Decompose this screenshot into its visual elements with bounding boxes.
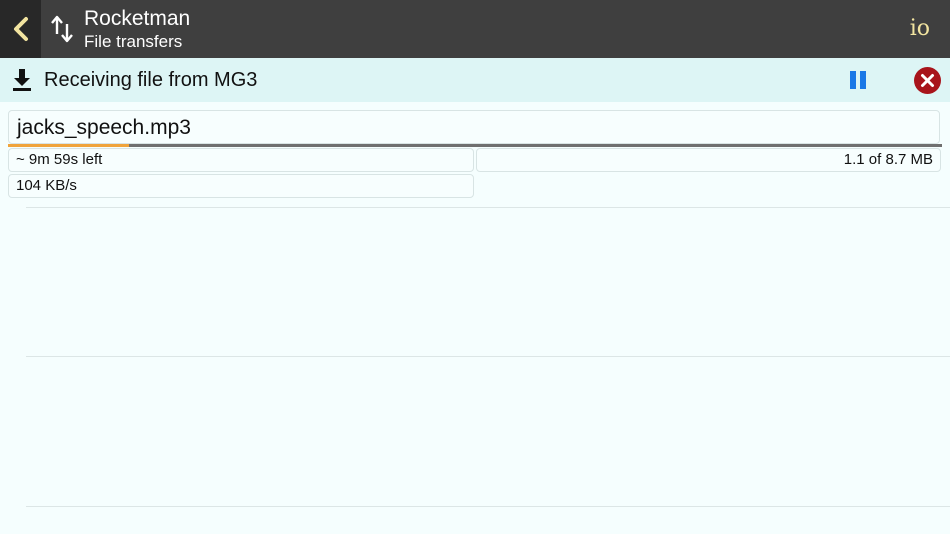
list-divider	[26, 356, 950, 357]
progress-bar-fill	[8, 144, 130, 147]
transfer-size-label: 1.1 of 8.7 MB	[476, 148, 941, 172]
status-message: Receiving file from MG3	[44, 69, 258, 91]
arrows-up-down-icon	[51, 15, 73, 43]
transfer-speed-label: 104 KB/s	[8, 174, 474, 198]
time-left-label: ~ 9m 59s left	[8, 148, 474, 172]
list-divider	[26, 207, 950, 208]
app-root: Rocketman File transfers io Receiving fi…	[0, 0, 950, 534]
transfer-status-bar: Receiving file from MG3	[0, 58, 950, 102]
back-button[interactable]	[0, 0, 41, 58]
progress-bar	[8, 144, 942, 147]
io-logo-button[interactable]: io	[910, 15, 930, 43]
file-name: jacks_speech.mp3	[17, 116, 191, 139]
download-icon	[13, 69, 31, 91]
file-name-card: jacks_speech.mp3	[8, 110, 940, 144]
close-circle-icon	[921, 74, 934, 87]
cancel-transfer-button[interactable]	[914, 67, 941, 94]
pause-icon	[850, 71, 866, 89]
pause-button[interactable]	[846, 69, 870, 91]
page-subtitle: File transfers	[84, 32, 183, 51]
list-divider	[26, 506, 950, 507]
app-title: Rocketman	[84, 7, 191, 30]
chevron-left-icon	[13, 17, 28, 41]
header-bar: Rocketman File transfers io	[0, 0, 950, 58]
